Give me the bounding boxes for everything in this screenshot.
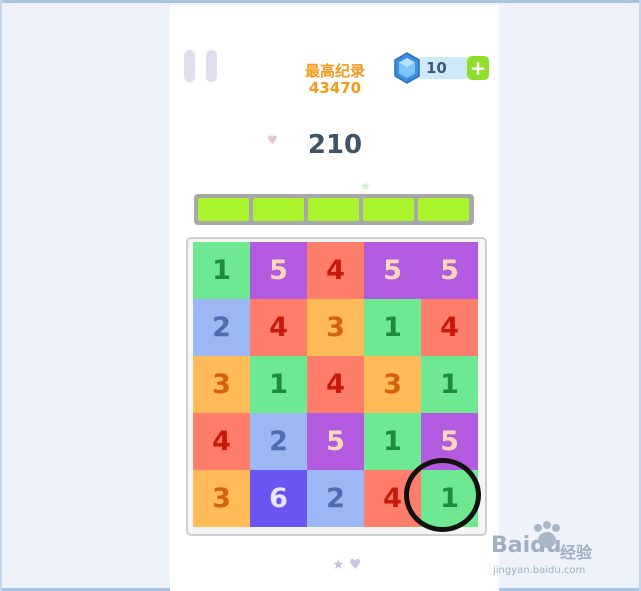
- add-gems-button[interactable]: +: [467, 56, 489, 80]
- progress-segment: [198, 198, 249, 221]
- tile[interactable]: 5: [364, 242, 421, 299]
- tile-number: 3: [383, 369, 402, 400]
- tile-number: 4: [326, 255, 345, 286]
- tile[interactable]: 1: [364, 413, 421, 470]
- current-score: 210: [307, 130, 363, 160]
- pause-button[interactable]: [184, 50, 218, 82]
- tile[interactable]: 1: [364, 299, 421, 356]
- tile[interactable]: 4: [307, 242, 364, 299]
- tile[interactable]: 3: [307, 299, 364, 356]
- tile-number: 1: [383, 426, 402, 457]
- tile-number: 3: [326, 312, 345, 343]
- tile-number: 5: [440, 255, 459, 286]
- tile[interactable]: 1: [193, 242, 250, 299]
- tile-number: 1: [269, 369, 288, 400]
- tile-number: 2: [269, 426, 288, 457]
- tile[interactable]: 4: [307, 356, 364, 413]
- tile[interactable]: 5: [421, 242, 478, 299]
- pause-icon-bar: [206, 50, 217, 82]
- watermark-cn: 经验: [560, 543, 593, 562]
- gem-icon: [394, 52, 420, 84]
- tile[interactable]: 3: [193, 356, 250, 413]
- tile-number: 5: [326, 426, 345, 457]
- best-score-value: 43470: [308, 79, 362, 97]
- heart-deco-icon: ♥: [267, 133, 278, 147]
- tile[interactable]: 3: [364, 356, 421, 413]
- tile[interactable]: 2: [193, 299, 250, 356]
- tile-number: 2: [326, 483, 345, 514]
- progress-segment: [308, 198, 359, 221]
- progress-segment: [253, 198, 304, 221]
- tile[interactable]: 4: [250, 299, 307, 356]
- progress-bar: [194, 194, 474, 225]
- tile-number: 1: [440, 369, 459, 400]
- tile-number: 5: [383, 255, 402, 286]
- star-deco-icon: ★ ♥: [332, 557, 362, 573]
- gem-count: 10: [426, 59, 447, 77]
- tile-number: 1: [212, 255, 231, 286]
- tile[interactable]: 3: [193, 470, 250, 527]
- best-score-label: 最高纪录: [304, 62, 365, 80]
- watermark-url: jingyan.baidu.com: [493, 565, 586, 576]
- tile[interactable]: 1: [421, 356, 478, 413]
- tile-number: 1: [383, 312, 402, 343]
- highlight-circle: [404, 458, 481, 532]
- tile-number: 4: [269, 312, 288, 343]
- tile-number: 3: [212, 369, 231, 400]
- tile[interactable]: 1: [250, 356, 307, 413]
- star-deco-icon: ★: [360, 179, 371, 193]
- tile-number: 4: [212, 426, 231, 457]
- progress-segment: [363, 198, 414, 221]
- paw-logo-icon: [534, 521, 560, 548]
- window-left-border: [0, 0, 2, 591]
- tile-number: 4: [440, 312, 459, 343]
- tile[interactable]: 5: [307, 413, 364, 470]
- tile[interactable]: 2: [307, 470, 364, 527]
- tile[interactable]: 6: [250, 470, 307, 527]
- tile-number: 5: [440, 426, 459, 457]
- tile-number: 3: [212, 483, 231, 514]
- tile-number: 4: [326, 369, 345, 400]
- pause-icon: [184, 50, 195, 82]
- window-top-border: [0, 0, 641, 3]
- game-screen: 最高纪录 43470 10 + ♥ ★ 210 1 5 4 5 5 2 4 3 1 4 3 1 4 3 1 4…: [170, 5, 499, 591]
- tile-number: 2: [212, 312, 231, 343]
- tile[interactable]: 4: [193, 413, 250, 470]
- tile-number: 4: [383, 483, 402, 514]
- tile[interactable]: 4: [421, 299, 478, 356]
- progress-segment: [418, 198, 469, 221]
- tile-number: 5: [269, 255, 288, 286]
- tile-number: 6: [269, 483, 288, 514]
- tile[interactable]: 5: [250, 242, 307, 299]
- tile[interactable]: 2: [250, 413, 307, 470]
